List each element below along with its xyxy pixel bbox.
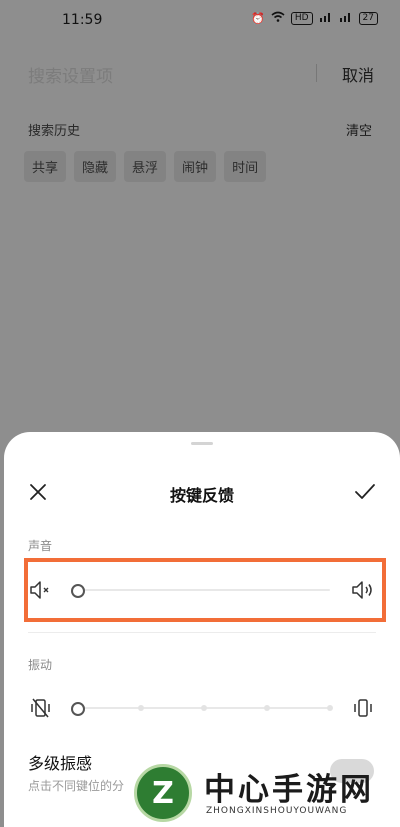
volume-mute-icon[interactable] xyxy=(28,578,54,602)
status-time: 11:59 xyxy=(62,12,103,28)
vibration-slider-row xyxy=(28,690,376,726)
divider xyxy=(316,64,317,82)
multi-level-vibration-title: 多级振感 xyxy=(28,754,93,773)
history-chip[interactable]: 闹钟 xyxy=(174,151,217,182)
sheet-handle[interactable] xyxy=(191,442,213,445)
signal-icon xyxy=(319,11,333,25)
history-chip[interactable]: 隐藏 xyxy=(74,151,117,182)
section-divider xyxy=(28,632,376,633)
watermark-text: 中心手游网 xyxy=(204,772,374,808)
sound-slider-row xyxy=(28,572,376,608)
cancel-button[interactable]: 取消 xyxy=(342,62,374,86)
vibration-label: 振动 xyxy=(28,658,53,672)
hd-badge: HD xyxy=(290,11,313,25)
volume-up-icon[interactable] xyxy=(350,578,376,602)
watermark: Z 中心手游网 ZHONGXINSHOUYOUWANG xyxy=(134,764,398,827)
history-chip[interactable]: 悬浮 xyxy=(124,151,167,182)
sound-slider-track[interactable] xyxy=(78,589,330,591)
search-input[interactable]: 搜索设置项 xyxy=(28,62,113,87)
sound-slider-thumb[interactable] xyxy=(71,584,85,598)
check-icon xyxy=(355,484,375,499)
alarm-icon: ⏰ xyxy=(251,11,265,25)
vibration-icon[interactable] xyxy=(350,696,376,720)
clear-history-button[interactable]: 清空 xyxy=(346,120,372,139)
sound-label: 声音 xyxy=(28,539,53,553)
vibration-off-icon[interactable] xyxy=(28,696,54,720)
signal-icon-2 xyxy=(339,11,353,25)
watermark-subtext: ZHONGXINSHOUYOUWANG xyxy=(206,806,348,816)
vibration-step-tick xyxy=(264,705,270,711)
wifi-icon xyxy=(271,11,285,25)
history-chip[interactable]: 共享 xyxy=(24,151,67,182)
watermark-logo: Z xyxy=(134,764,192,822)
status-icons: ⏰ HD 27 xyxy=(251,11,378,25)
search-bar: 搜索设置项 取消 xyxy=(0,52,400,92)
multi-level-vibration-desc: 点击不同键位的分 xyxy=(28,779,125,793)
status-bar: 11:59 ⏰ HD 27 xyxy=(0,0,400,44)
vibration-step-tick xyxy=(201,705,207,711)
search-history-title: 搜索历史 xyxy=(28,124,81,139)
vibration-slider-thumb[interactable] xyxy=(71,702,85,716)
confirm-button[interactable] xyxy=(352,480,378,504)
sheet-title: 按键反馈 xyxy=(169,486,234,505)
history-chip[interactable]: 时间 xyxy=(224,151,267,182)
vibration-step-tick xyxy=(138,705,144,711)
battery-icon: 27 xyxy=(358,11,378,25)
history-chips: 共享 隐藏 悬浮 闹钟 时间 xyxy=(24,151,267,182)
vibration-step-tick xyxy=(327,705,333,711)
